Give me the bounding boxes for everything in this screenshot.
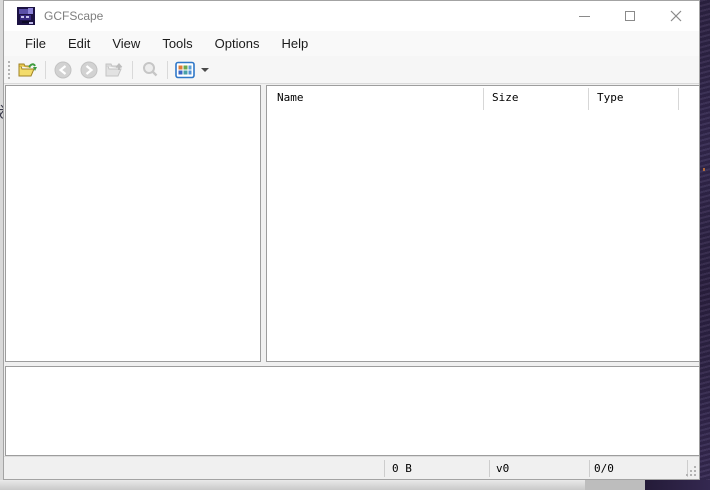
menu-tools[interactable]: Tools	[151, 33, 203, 54]
column-separator[interactable]	[588, 88, 589, 110]
status-size: 0 B	[392, 462, 412, 475]
minimize-button[interactable]	[561, 1, 607, 31]
toolbar-separator	[132, 60, 133, 79]
view-mode-icon	[175, 61, 195, 78]
toolbar-grip[interactable]	[8, 60, 11, 79]
status-version: v0	[496, 462, 510, 475]
statusbar-separator	[384, 460, 385, 477]
column-header-type[interactable]: Type	[597, 91, 624, 104]
file-list-panel[interactable]: Name Size Type	[266, 85, 700, 362]
forward-button[interactable]	[77, 58, 101, 82]
file-list-header: Name Size Type	[267, 86, 699, 110]
desktop-wallpaper-bottom	[645, 480, 710, 490]
status-count: 0/0	[594, 462, 614, 475]
column-separator[interactable]	[483, 88, 484, 110]
window-title: GCFScape	[44, 9, 104, 23]
maximize-icon	[625, 11, 635, 21]
toolbar	[4, 56, 699, 84]
forward-icon	[80, 61, 98, 78]
menu-options[interactable]: Options	[204, 33, 271, 54]
minimize-icon	[578, 15, 590, 17]
menu-file[interactable]: File	[14, 33, 57, 54]
console-panel[interactable]	[5, 366, 700, 456]
menu-edit[interactable]: Edit	[57, 33, 101, 54]
up-icon	[105, 62, 123, 76]
column-header-size[interactable]: Size	[492, 91, 519, 104]
view-mode-dropdown-caret[interactable]	[201, 67, 209, 72]
tree-panel[interactable]	[5, 85, 261, 362]
search-icon	[143, 61, 158, 76]
up-button[interactable]	[103, 58, 127, 82]
menu-help[interactable]: Help	[270, 33, 319, 54]
statusbar: 0 B v0 0/0	[4, 456, 699, 479]
back-button[interactable]	[51, 58, 75, 82]
back-icon	[54, 61, 72, 78]
gcfscape-window: GCFScape File Edit View Tools Options He…	[3, 0, 700, 480]
menu-view[interactable]: View	[101, 33, 151, 54]
statusbar-separator	[489, 460, 490, 477]
view-mode-button[interactable]	[173, 58, 197, 82]
column-header-name[interactable]: Name	[277, 91, 304, 104]
open-folder-icon	[18, 62, 37, 76]
menubar: File Edit View Tools Options Help	[4, 31, 699, 56]
toolbar-separator	[45, 60, 46, 79]
close-button[interactable]	[653, 1, 699, 31]
statusbar-separator	[589, 460, 590, 477]
search-button[interactable]	[138, 58, 162, 82]
maximize-button[interactable]	[607, 1, 653, 31]
titlebar[interactable]: GCFScape	[4, 1, 699, 31]
close-icon	[670, 10, 682, 22]
open-button[interactable]	[16, 58, 40, 82]
app-icon	[17, 7, 35, 25]
desktop-edge-bottom-gray	[585, 480, 645, 490]
column-separator[interactable]	[678, 88, 679, 110]
desktop-wallpaper-right	[700, 0, 710, 490]
resize-grip[interactable]	[684, 464, 696, 476]
toolbar-separator	[167, 60, 168, 79]
